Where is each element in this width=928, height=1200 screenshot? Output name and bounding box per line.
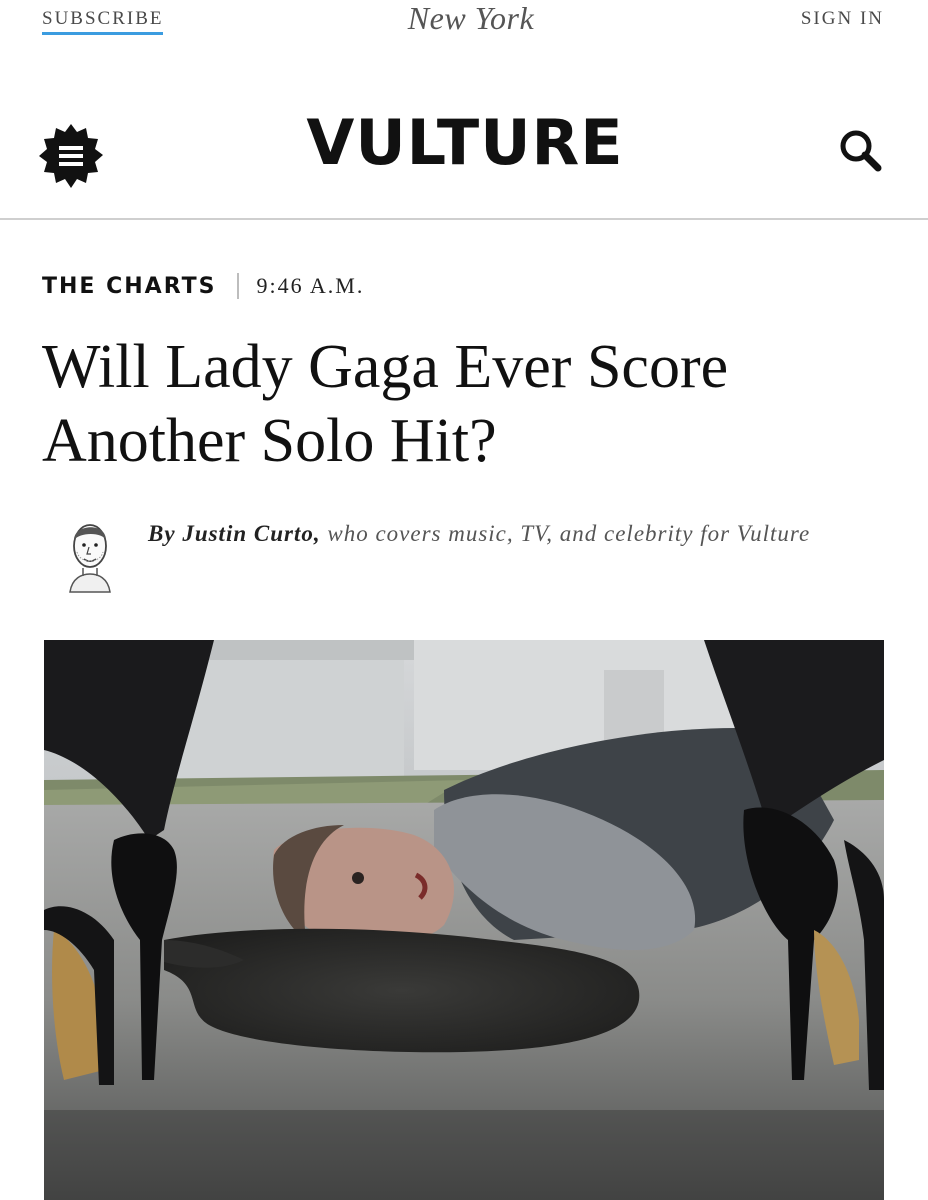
author-illustration-icon[interactable] [52, 512, 128, 596]
author-link[interactable]: Justin Curto, [182, 521, 320, 546]
rubric-link[interactable]: THE CHARTS [42, 274, 217, 299]
author-bio: who covers music, TV, and celebrity for … [327, 521, 811, 546]
vulture-logo[interactable]: VULTURE [250, 106, 680, 179]
top-strip: SUBSCRIBE New York SIGN IN [0, 0, 928, 60]
article-kicker: THE CHARTS 9:46 A.M. [42, 268, 364, 304]
hamburger-badge-icon[interactable] [36, 122, 106, 192]
byline-prefix: By [148, 521, 176, 546]
sign-in-link[interactable]: SIGN IN [801, 8, 884, 30]
subscribe-link[interactable]: SUBSCRIBE [42, 8, 164, 35]
byline: By Justin Curto, who covers music, TV, a… [52, 512, 912, 602]
publish-time: 9:46 A.M. [256, 273, 365, 298]
byline-text: By Justin Curto, who covers music, TV, a… [148, 516, 908, 552]
new-york-logo[interactable]: New York [366, 0, 576, 37]
article-headline: Will Lady Gaga Ever Score Another Solo H… [42, 333, 729, 475]
hero-image[interactable] [44, 640, 884, 1200]
search-icon[interactable] [832, 122, 892, 182]
site-header: VULTURE [0, 60, 928, 220]
kicker-divider [236, 273, 239, 299]
